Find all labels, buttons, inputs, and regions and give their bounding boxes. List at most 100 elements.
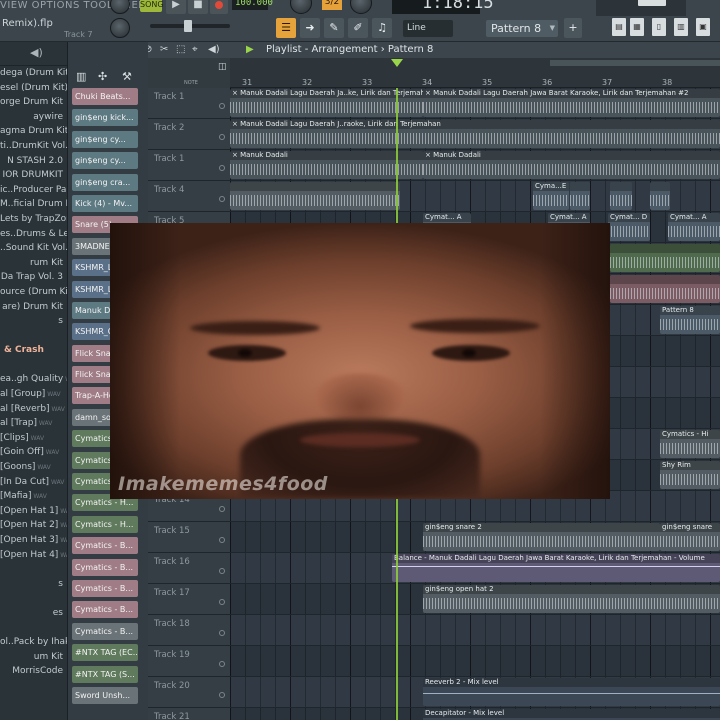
piano-icon[interactable]: ▥ (76, 70, 86, 83)
browser-item[interactable] (0, 329, 67, 344)
channel-button[interactable]: Chuki Beats... (72, 88, 138, 105)
channel-button[interactable]: Kick (4) - Mv... (72, 194, 138, 212)
playlist-clip[interactable]: Decapitator - Mix level (423, 709, 720, 720)
browser-item[interactable]: rum Kit (0, 256, 67, 271)
mixer-icon[interactable]: ▥ (674, 18, 688, 36)
add-pattern-icon[interactable]: + (564, 18, 582, 38)
browser-item[interactable]: [Open Hat 1] (0, 504, 67, 519)
track-lane[interactable]: Decapitator - Mix level (230, 708, 720, 720)
playlist-clip[interactable]: gin$eng snare (660, 523, 720, 551)
browser-item[interactable] (0, 621, 67, 636)
track-header[interactable]: Track 21 (148, 708, 230, 720)
playlist-clip[interactable]: × Manuk Dadali (423, 151, 720, 179)
play-button[interactable]: ▶ (166, 0, 186, 14)
browser-item[interactable]: ol..Pack by Ihaksi (0, 635, 67, 650)
browser-item[interactable] (0, 591, 67, 606)
channel-button[interactable]: Cymatics - H... (72, 515, 138, 533)
snap-value[interactable]: 3/2 (322, 0, 342, 10)
browser-item[interactable]: esel (Drum Kit) (0, 81, 67, 96)
arrow-right-icon[interactable]: ➜ (300, 18, 320, 38)
snap-mode-select[interactable]: Line (403, 20, 453, 37)
track-lane[interactable]: × Manuk Dadali Lagu Daerah J..raoke, Lir… (230, 119, 720, 149)
play-tool-icon[interactable]: ◀) (208, 44, 220, 56)
playlist-arrow-icon[interactable]: ▶ (246, 44, 254, 56)
channel-button[interactable]: gin$eng cra... (72, 173, 138, 191)
track-lane[interactable]: gin$eng open hat 2 (230, 584, 720, 614)
browser-item[interactable]: N STASH 2.0 (0, 154, 67, 169)
move-icon[interactable]: ✣ (98, 70, 107, 83)
track-lane[interactable]: Reeverb 2 - Mix level (230, 677, 720, 707)
master-pitch-slider[interactable] (150, 20, 230, 32)
channel-button[interactable]: Cymatics - B... (72, 622, 138, 640)
track-mute-toggle[interactable] (219, 661, 225, 667)
wrench-icon[interactable]: ⚒ (122, 70, 132, 83)
track-lane[interactable]: × Manuk Dadali × Manuk Dadali (230, 150, 720, 180)
browser-item[interactable]: [Open Hat 4] (0, 548, 67, 563)
browser-folder[interactable]: & Crash (0, 343, 67, 358)
playlist-clip[interactable] (650, 182, 670, 210)
select-tool-icon[interactable]: ⬚ (176, 44, 185, 56)
playlist-clip[interactable]: Pattern 8 (660, 306, 720, 334)
track-mute-toggle[interactable] (219, 692, 225, 698)
record-button[interactable] (210, 0, 228, 14)
channel-button[interactable]: #NTX TAG (EC... (72, 644, 138, 662)
browser-item[interactable]: MorrisCode (0, 664, 67, 679)
speaker-icon[interactable]: ◀) (30, 46, 43, 59)
track-header[interactable]: Track 1 (148, 88, 230, 118)
stop-button[interactable]: ■ (188, 0, 208, 14)
browser-item[interactable]: ic..Producer Pack (0, 183, 67, 198)
browser-item[interactable]: es (0, 606, 67, 621)
track-mute-toggle[interactable] (219, 599, 225, 605)
track-lane[interactable]: gin$eng snare 2 gin$eng snare (230, 522, 720, 552)
browser-item[interactable]: [Clips] (0, 431, 67, 446)
playlist-clip[interactable]: Reeverb 2 - Mix level (423, 678, 720, 706)
browser-item[interactable]: ea..gh Quality (0, 372, 67, 387)
track-mute-toggle[interactable] (219, 165, 225, 171)
pattern-selector[interactable]: Pattern 8 (486, 20, 558, 37)
channel-button[interactable]: Cymatics - B... (72, 601, 138, 619)
track-header[interactable]: Track 20 (148, 677, 230, 707)
track-mute-toggle[interactable] (219, 537, 225, 543)
playlist-clip[interactable] (610, 182, 632, 210)
browser-item[interactable]: [Open Hat 2] (0, 518, 67, 533)
track-header[interactable]: Track 18 (148, 615, 230, 645)
channel-button[interactable]: Cymatics - B... (72, 558, 138, 576)
brush-icon[interactable]: ✐ (348, 18, 368, 38)
playlist-icon[interactable]: ▦ (630, 18, 644, 36)
playlist-clip[interactable] (230, 182, 400, 210)
browser-icon[interactable]: ▤ (612, 18, 626, 36)
main-pitch-knob[interactable] (110, 18, 130, 38)
track-mute-toggle[interactable] (219, 196, 225, 202)
browser-item[interactable]: orge Drum Kit (0, 95, 67, 110)
channel-button[interactable]: Cymatics - B... (72, 579, 138, 597)
playhead-marker[interactable] (391, 59, 403, 67)
playlist-clip[interactable]: gin$eng open hat 2 (423, 585, 720, 613)
zoom-tool-icon[interactable]: ⌖ (192, 44, 198, 56)
channel-button[interactable]: gin$eng cy... (72, 130, 138, 148)
browser-item[interactable]: [Mafia] (0, 489, 67, 504)
playlist-clip[interactable] (610, 275, 720, 303)
playlist-clip[interactable]: gin$eng snare 2 (423, 523, 660, 551)
browser-item[interactable]: al [Reverb] (0, 402, 67, 417)
track-header[interactable]: Track 4 (148, 181, 230, 211)
pencil-icon[interactable]: ✎ (324, 18, 344, 38)
browser-item[interactable]: [Open Hat 3] (0, 533, 67, 548)
track-lane[interactable]: Cyma...E (230, 181, 720, 211)
browser-item[interactable] (0, 358, 67, 373)
browser-item[interactable]: M..ficial Drum Kit (0, 197, 67, 212)
playlist-clip[interactable]: × Manuk Dadali Lagu Daerah J..raoke, Lir… (230, 120, 720, 148)
timeline-ruler[interactable]: 31 32 33 34 35 36 37 38 (230, 58, 720, 88)
track-mute-toggle[interactable] (219, 568, 225, 574)
browser-item[interactable]: [In Da Cut] (0, 475, 67, 490)
tempo-knob[interactable] (290, 0, 312, 14)
main-volume-knob[interactable] (110, 0, 130, 14)
step-edit-icon[interactable]: ☰ (276, 18, 296, 38)
slice-tool-icon[interactable]: ✂ (160, 44, 168, 56)
track-header[interactable]: Track 16 (148, 553, 230, 583)
track-header[interactable]: Track 2 (148, 119, 230, 149)
mute-tool-icon[interactable]: ⊘ (148, 44, 152, 56)
track-header[interactable]: Track 17 (148, 584, 230, 614)
slider-handle[interactable] (184, 20, 192, 32)
tempo-display[interactable]: 100.000 (232, 0, 273, 10)
snap-icon[interactable]: ◫ (218, 62, 227, 72)
